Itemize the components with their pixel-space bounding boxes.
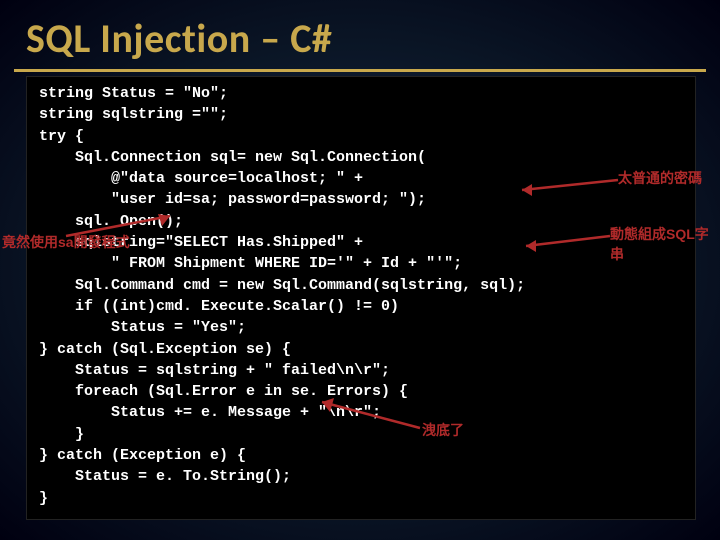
slide: SQL Injection – C# string Status = "No";… [0,0,720,540]
code-block: string Status = "No"; string sqlstring =… [26,76,696,520]
title-underline [14,69,706,72]
slide-title: SQL Injection – C# [0,0,720,67]
